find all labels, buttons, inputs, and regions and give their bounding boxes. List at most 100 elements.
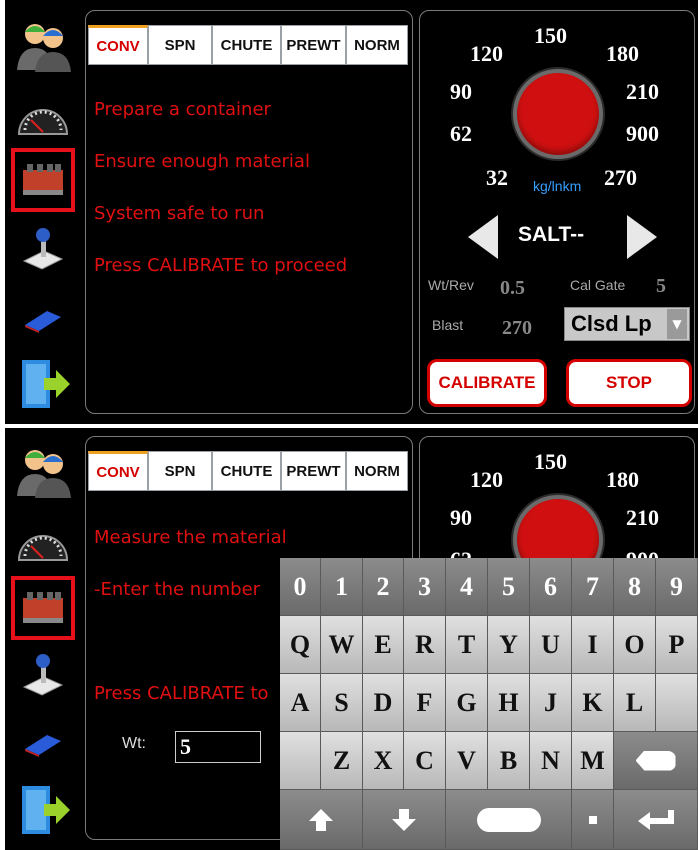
key-blank[interactable]	[656, 674, 698, 732]
rate-control-panel: 150 120 180 90 210 62 900 32 kg/lnkm 270…	[419, 10, 695, 414]
tab-prewt[interactable]: PREWT	[281, 451, 346, 491]
tab-chute[interactable]: CHUTE	[212, 25, 281, 65]
joystick-icon[interactable]	[11, 218, 75, 282]
key-8[interactable]: 8	[614, 558, 656, 616]
period-key[interactable]	[572, 790, 614, 850]
key-4[interactable]: 4	[446, 558, 488, 616]
weight-input[interactable]: 5	[175, 731, 261, 763]
stop-button[interactable]: STOP	[566, 359, 692, 407]
backspace-icon	[635, 750, 676, 771]
tab-norm[interactable]: NORM	[346, 451, 408, 491]
users-icon[interactable]	[11, 14, 75, 78]
valve-manifold-icon[interactable]	[11, 148, 75, 212]
key-6[interactable]: 6	[530, 558, 572, 616]
scale-label: 90	[450, 505, 472, 530]
next-material-arrow-icon[interactable]	[627, 215, 657, 259]
arrow-up-icon	[309, 808, 333, 831]
key-1[interactable]: 1	[321, 558, 363, 616]
key-3[interactable]: 3	[404, 558, 446, 616]
key-b[interactable]: B	[488, 732, 530, 790]
enter-key[interactable]	[614, 790, 698, 850]
tab-conv[interactable]: CONV	[88, 25, 148, 65]
arrow-down-icon	[392, 808, 416, 831]
key-u[interactable]: U	[530, 616, 572, 674]
key-k[interactable]: K	[572, 674, 614, 732]
scale-label: 150	[534, 23, 567, 48]
on-screen-keyboard: 0 1 2 3 4 5 6 7 8 9 Q W E R T Y U I O P …	[280, 558, 698, 850]
key-m[interactable]: M	[572, 732, 614, 790]
scale-label: 120	[470, 467, 503, 492]
speedometer-icon[interactable]	[11, 512, 75, 576]
key-p[interactable]: P	[656, 616, 698, 674]
key-d[interactable]: D	[363, 674, 404, 732]
usb-drive-icon[interactable]	[11, 288, 75, 352]
scale-label: 62	[450, 121, 472, 146]
rate-knob[interactable]	[513, 69, 603, 159]
blast-label: Blast	[432, 317, 464, 333]
key-c[interactable]: C	[404, 732, 446, 790]
key-i[interactable]: I	[572, 616, 614, 674]
scale-label: 210	[626, 79, 659, 104]
calibration-steps-panel: CONV SPN CHUTE PREWT NORM Prepare a cont…	[85, 10, 413, 414]
key-q[interactable]: Q	[280, 616, 321, 674]
keyboard-row-zxcv: Z X C V B N M	[280, 732, 698, 790]
users-icon[interactable]	[11, 440, 75, 504]
key-2[interactable]: 2	[363, 558, 404, 616]
key-x[interactable]: X	[363, 732, 404, 790]
step-text: System safe to run	[94, 203, 265, 224]
tab-prewt[interactable]: PREWT	[281, 25, 346, 65]
mode-tabs: CONV SPN CHUTE PREWT NORM	[88, 25, 408, 65]
key-9[interactable]: 9	[656, 558, 698, 616]
mode-select[interactable]: Clsd Lp ▼	[564, 307, 690, 341]
usb-drive-icon[interactable]	[11, 712, 75, 776]
key-blank[interactable]	[280, 732, 321, 790]
weight-label: Wt:	[122, 735, 146, 752]
tab-conv[interactable]: CONV	[88, 451, 148, 491]
key-y[interactable]: Y	[488, 616, 530, 674]
tab-chute[interactable]: CHUTE	[212, 451, 281, 491]
key-e[interactable]: E	[363, 616, 404, 674]
key-o[interactable]: O	[614, 616, 656, 674]
joystick-icon[interactable]	[11, 644, 75, 708]
arrow-down-key[interactable]	[363, 790, 446, 850]
backspace-key[interactable]	[614, 732, 698, 790]
tab-norm[interactable]: NORM	[346, 25, 408, 65]
key-j[interactable]: J	[530, 674, 572, 732]
cal-gate-value: 5	[656, 275, 666, 297]
material-label: SALT--	[518, 223, 585, 246]
previous-material-arrow-icon[interactable]	[468, 215, 498, 259]
key-a[interactable]: A	[280, 674, 321, 732]
key-5[interactable]: 5	[488, 558, 530, 616]
keyboard-row-qwerty: Q W E R T Y U I O P	[280, 616, 698, 674]
key-g[interactable]: G	[446, 674, 488, 732]
key-l[interactable]: L	[614, 674, 656, 732]
scale-label: 150	[534, 449, 567, 474]
key-h[interactable]: H	[488, 674, 530, 732]
enter-icon	[637, 809, 674, 830]
speedometer-icon[interactable]	[11, 86, 75, 150]
shift-key[interactable]	[280, 790, 363, 850]
wt-rev-label: Wt/Rev	[428, 277, 474, 293]
key-7[interactable]: 7	[572, 558, 614, 616]
scale-label: 120	[470, 41, 503, 66]
key-z[interactable]: Z	[321, 732, 363, 790]
key-0[interactable]: 0	[280, 558, 321, 616]
key-v[interactable]: V	[446, 732, 488, 790]
keyboard-number-row: 0 1 2 3 4 5 6 7 8 9	[280, 558, 698, 616]
key-s[interactable]: S	[321, 674, 363, 732]
key-w[interactable]: W	[321, 616, 363, 674]
key-t[interactable]: T	[446, 616, 488, 674]
key-f[interactable]: F	[404, 674, 446, 732]
valve-manifold-icon[interactable]	[11, 576, 75, 640]
chevron-down-icon[interactable]: ▼	[667, 309, 687, 339]
exit-door-icon[interactable]	[11, 352, 75, 416]
key-n[interactable]: N	[530, 732, 572, 790]
tab-spn[interactable]: SPN	[148, 451, 212, 491]
key-r[interactable]: R	[404, 616, 446, 674]
step-text: Measure the material	[94, 527, 287, 548]
space-key[interactable]	[446, 790, 572, 850]
cal-gate-label: Cal Gate	[570, 277, 626, 293]
tab-spn[interactable]: SPN	[148, 25, 212, 65]
calibrate-button[interactable]: CALIBRATE	[427, 359, 547, 407]
exit-door-icon[interactable]	[11, 778, 75, 842]
